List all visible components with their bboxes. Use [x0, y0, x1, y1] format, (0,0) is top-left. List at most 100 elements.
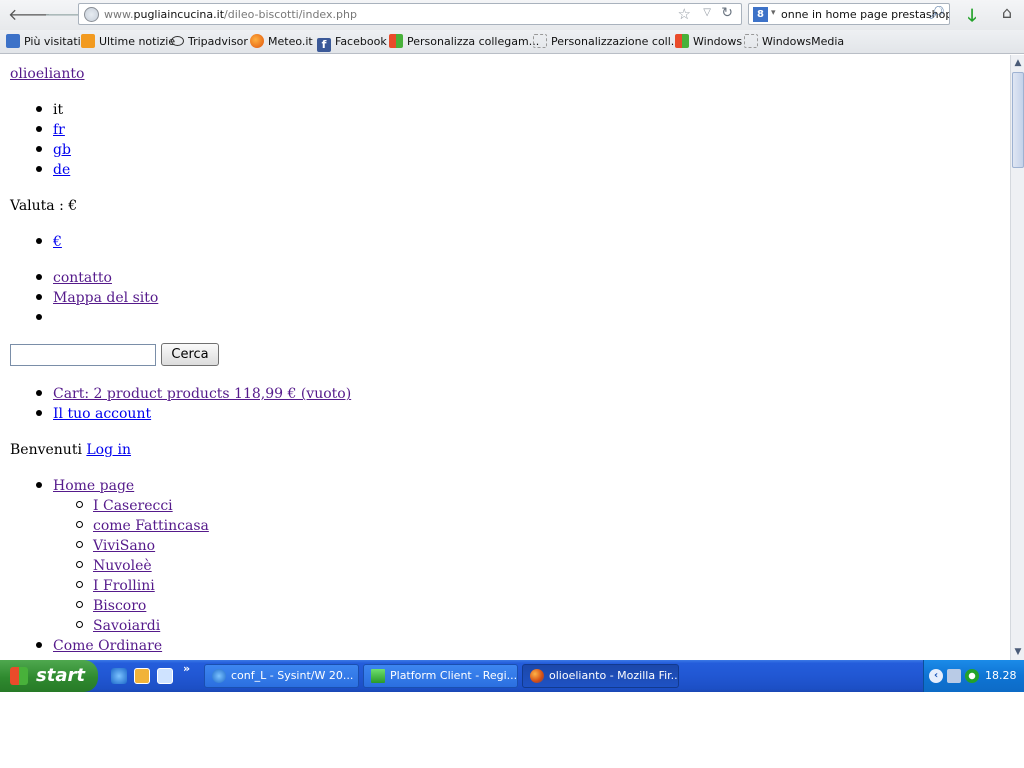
bookmarks-toolbar: Più visitati Ultime notizie Tripadvisor … — [0, 30, 1024, 54]
top-link-item: Mappa del sito — [36, 289, 158, 307]
windows-icon — [675, 34, 689, 48]
blank-page-icon — [744, 34, 758, 48]
language-link-gb[interactable]: gb — [53, 142, 71, 158]
vertical-scrollbar[interactable]: ▲ ▼ — [1010, 55, 1024, 660]
quicklaunch-more-button[interactable]: » — [183, 662, 190, 675]
system-tray: ‹ 18.28 — [923, 660, 1024, 692]
welcome-text: Benvenuti — [10, 442, 82, 458]
submenu-link-savoiardi[interactable]: Savoiardi — [93, 618, 160, 634]
taskbar-button-platform-client[interactable]: Platform Client - Regi... — [363, 664, 518, 688]
search-input[interactable] — [10, 344, 156, 366]
clock: 18.28 — [985, 669, 1017, 682]
url-text: www.pugliaincucina.it/dileo-biscotti/ind… — [104, 8, 357, 21]
taskbar-button-conf[interactable]: conf_L - Sysint/W 20... — [204, 664, 359, 688]
show-desktop-icon[interactable] — [157, 668, 173, 684]
status-icon[interactable] — [965, 669, 979, 683]
home-page-link[interactable]: Home page — [53, 478, 134, 494]
magnifier-icon[interactable]: 🔎︎ — [928, 6, 945, 21]
bookmark-facebook[interactable]: f Facebook — [317, 34, 387, 52]
bookmark-star-icon[interactable]: ☆ — [678, 5, 691, 23]
submenu-link-caserecci[interactable]: I Caserecci — [93, 498, 173, 514]
submenu-item: Nuvoleè — [76, 557, 152, 575]
language-item-it: it — [36, 101, 63, 119]
reload-icon[interactable]: ↻ — [721, 5, 733, 21]
submenu-item: come Fattincasa — [76, 517, 209, 535]
submenu-link-biscoro[interactable]: Biscoro — [93, 598, 146, 614]
welcome-line: Benvenuti Log in — [10, 441, 131, 459]
bookmark-meteo[interactable]: Meteo.it — [250, 34, 313, 50]
account-link[interactable]: Il tuo account — [53, 406, 151, 422]
navigation-toolbar: 🡐 🡒 www.pugliaincucina.it/dileo-biscotti… — [0, 0, 1024, 30]
scroll-up-arrow-icon[interactable]: ▲ — [1011, 55, 1024, 71]
meteo-icon — [250, 34, 264, 48]
back-button[interactable]: 🡐 — [8, 4, 51, 26]
app-icon — [371, 669, 385, 683]
scroll-down-arrow-icon[interactable]: ▼ — [1011, 644, 1024, 660]
bookmark-ultime-notizie[interactable]: Ultime notizie — [81, 34, 175, 50]
bookmark-piu-visitati[interactable]: Più visitati — [6, 34, 81, 50]
language-item-de: de — [36, 161, 70, 179]
submenu-item: Biscoro — [76, 597, 146, 615]
taskbar: start » conf_L - Sysint/W 20... Platform… — [0, 660, 1024, 692]
contact-link[interactable]: contatto — [53, 270, 112, 286]
start-button[interactable]: start — [0, 660, 98, 692]
facebook-icon: f — [317, 38, 331, 52]
rss-icon — [81, 34, 95, 48]
submenu-item: ViviSano — [76, 537, 155, 555]
logo-link[interactable]: olioelianto — [10, 66, 84, 82]
download-icon[interactable]: 🡓 — [960, 3, 984, 26]
tray-expand-icon[interactable]: ‹ — [929, 669, 943, 683]
search-engine-dropdown-icon[interactable]: ▾ — [771, 8, 776, 18]
forward-button[interactable]: 🡒 — [44, 4, 87, 26]
scroll-thumb[interactable] — [1012, 72, 1024, 168]
menu-item-order: Come Ordinare — [36, 637, 162, 655]
search-button[interactable]: Cerca — [161, 343, 219, 366]
language-item-fr: fr — [36, 121, 65, 139]
cart-item: Cart: 2 product products 118,99 € (vuoto… — [36, 385, 351, 403]
currency-label: Valuta : € — [10, 198, 78, 214]
globe-icon — [84, 7, 99, 22]
cart-link[interactable]: Cart: 2 product products 118,99 € (vuoto… — [53, 386, 351, 402]
submenu-link-nuvolee[interactable]: Nuvoleè — [93, 558, 152, 574]
currency-link-euro[interactable]: € — [53, 234, 62, 250]
home-icon[interactable]: ⌂ — [995, 3, 1019, 25]
submenu-link-frollini[interactable]: I Frollini — [93, 578, 155, 594]
firefox-icon — [530, 669, 544, 683]
outlook-icon[interactable] — [134, 668, 150, 684]
language-link-fr[interactable]: fr — [53, 122, 65, 138]
search-engine-icon[interactable]: 8 — [753, 7, 768, 22]
top-link-item: contatto — [36, 269, 112, 287]
bookmark-personalizza-collegamenti[interactable]: Personalizza collegam... — [389, 34, 539, 50]
bookmark-windowsmedia[interactable]: WindowsMedia — [744, 34, 844, 50]
top-link-item-empty — [36, 309, 53, 327]
windows-icon — [389, 34, 403, 48]
history-dropdown-icon[interactable]: ▽ — [703, 7, 711, 18]
blank-page-icon — [533, 34, 547, 48]
sitemap-link[interactable]: Mappa del sito — [53, 290, 158, 306]
taskbar-button-firefox[interactable]: olioelianto - Mozilla Fir... — [522, 664, 679, 688]
submenu-item: I Caserecci — [76, 497, 173, 515]
bookmark-windows[interactable]: Windows — [675, 34, 742, 50]
network-icon[interactable] — [947, 669, 961, 683]
submenu-link-vivisano[interactable]: ViviSano — [93, 538, 155, 554]
tripadvisor-icon — [171, 36, 184, 46]
bookmark-personalizzazione[interactable]: Personalizzazione coll... — [533, 34, 681, 50]
internet-explorer-icon[interactable] — [111, 668, 127, 684]
login-link[interactable]: Log in — [86, 442, 131, 458]
account-item: Il tuo account — [36, 405, 151, 423]
search-bar-text: onne in home page prestashop — [781, 8, 950, 21]
search-bar[interactable]: 8 ▾ onne in home page prestashop 🔎︎ — [748, 3, 950, 25]
how-to-order-link[interactable]: Come Ordinare — [53, 638, 162, 654]
language-link-de[interactable]: de — [53, 162, 70, 178]
url-bar[interactable]: www.pugliaincucina.it/dileo-biscotti/ind… — [78, 3, 742, 25]
menu-item-home: Home page — [36, 477, 134, 495]
windows-logo-icon — [10, 667, 28, 685]
language-item-gb: gb — [36, 141, 71, 159]
currency-item: € — [36, 233, 62, 251]
submenu-item: I Frollini — [76, 577, 155, 595]
submenu-item: Savoiardi — [76, 617, 160, 635]
bookmark-tripadvisor[interactable]: Tripadvisor — [171, 34, 248, 50]
submenu-link-fattincasa[interactable]: come Fattincasa — [93, 518, 209, 534]
app-icon — [212, 669, 226, 683]
page-content: olioelianto it fr gb de Valuta : € € con… — [0, 55, 1010, 660]
